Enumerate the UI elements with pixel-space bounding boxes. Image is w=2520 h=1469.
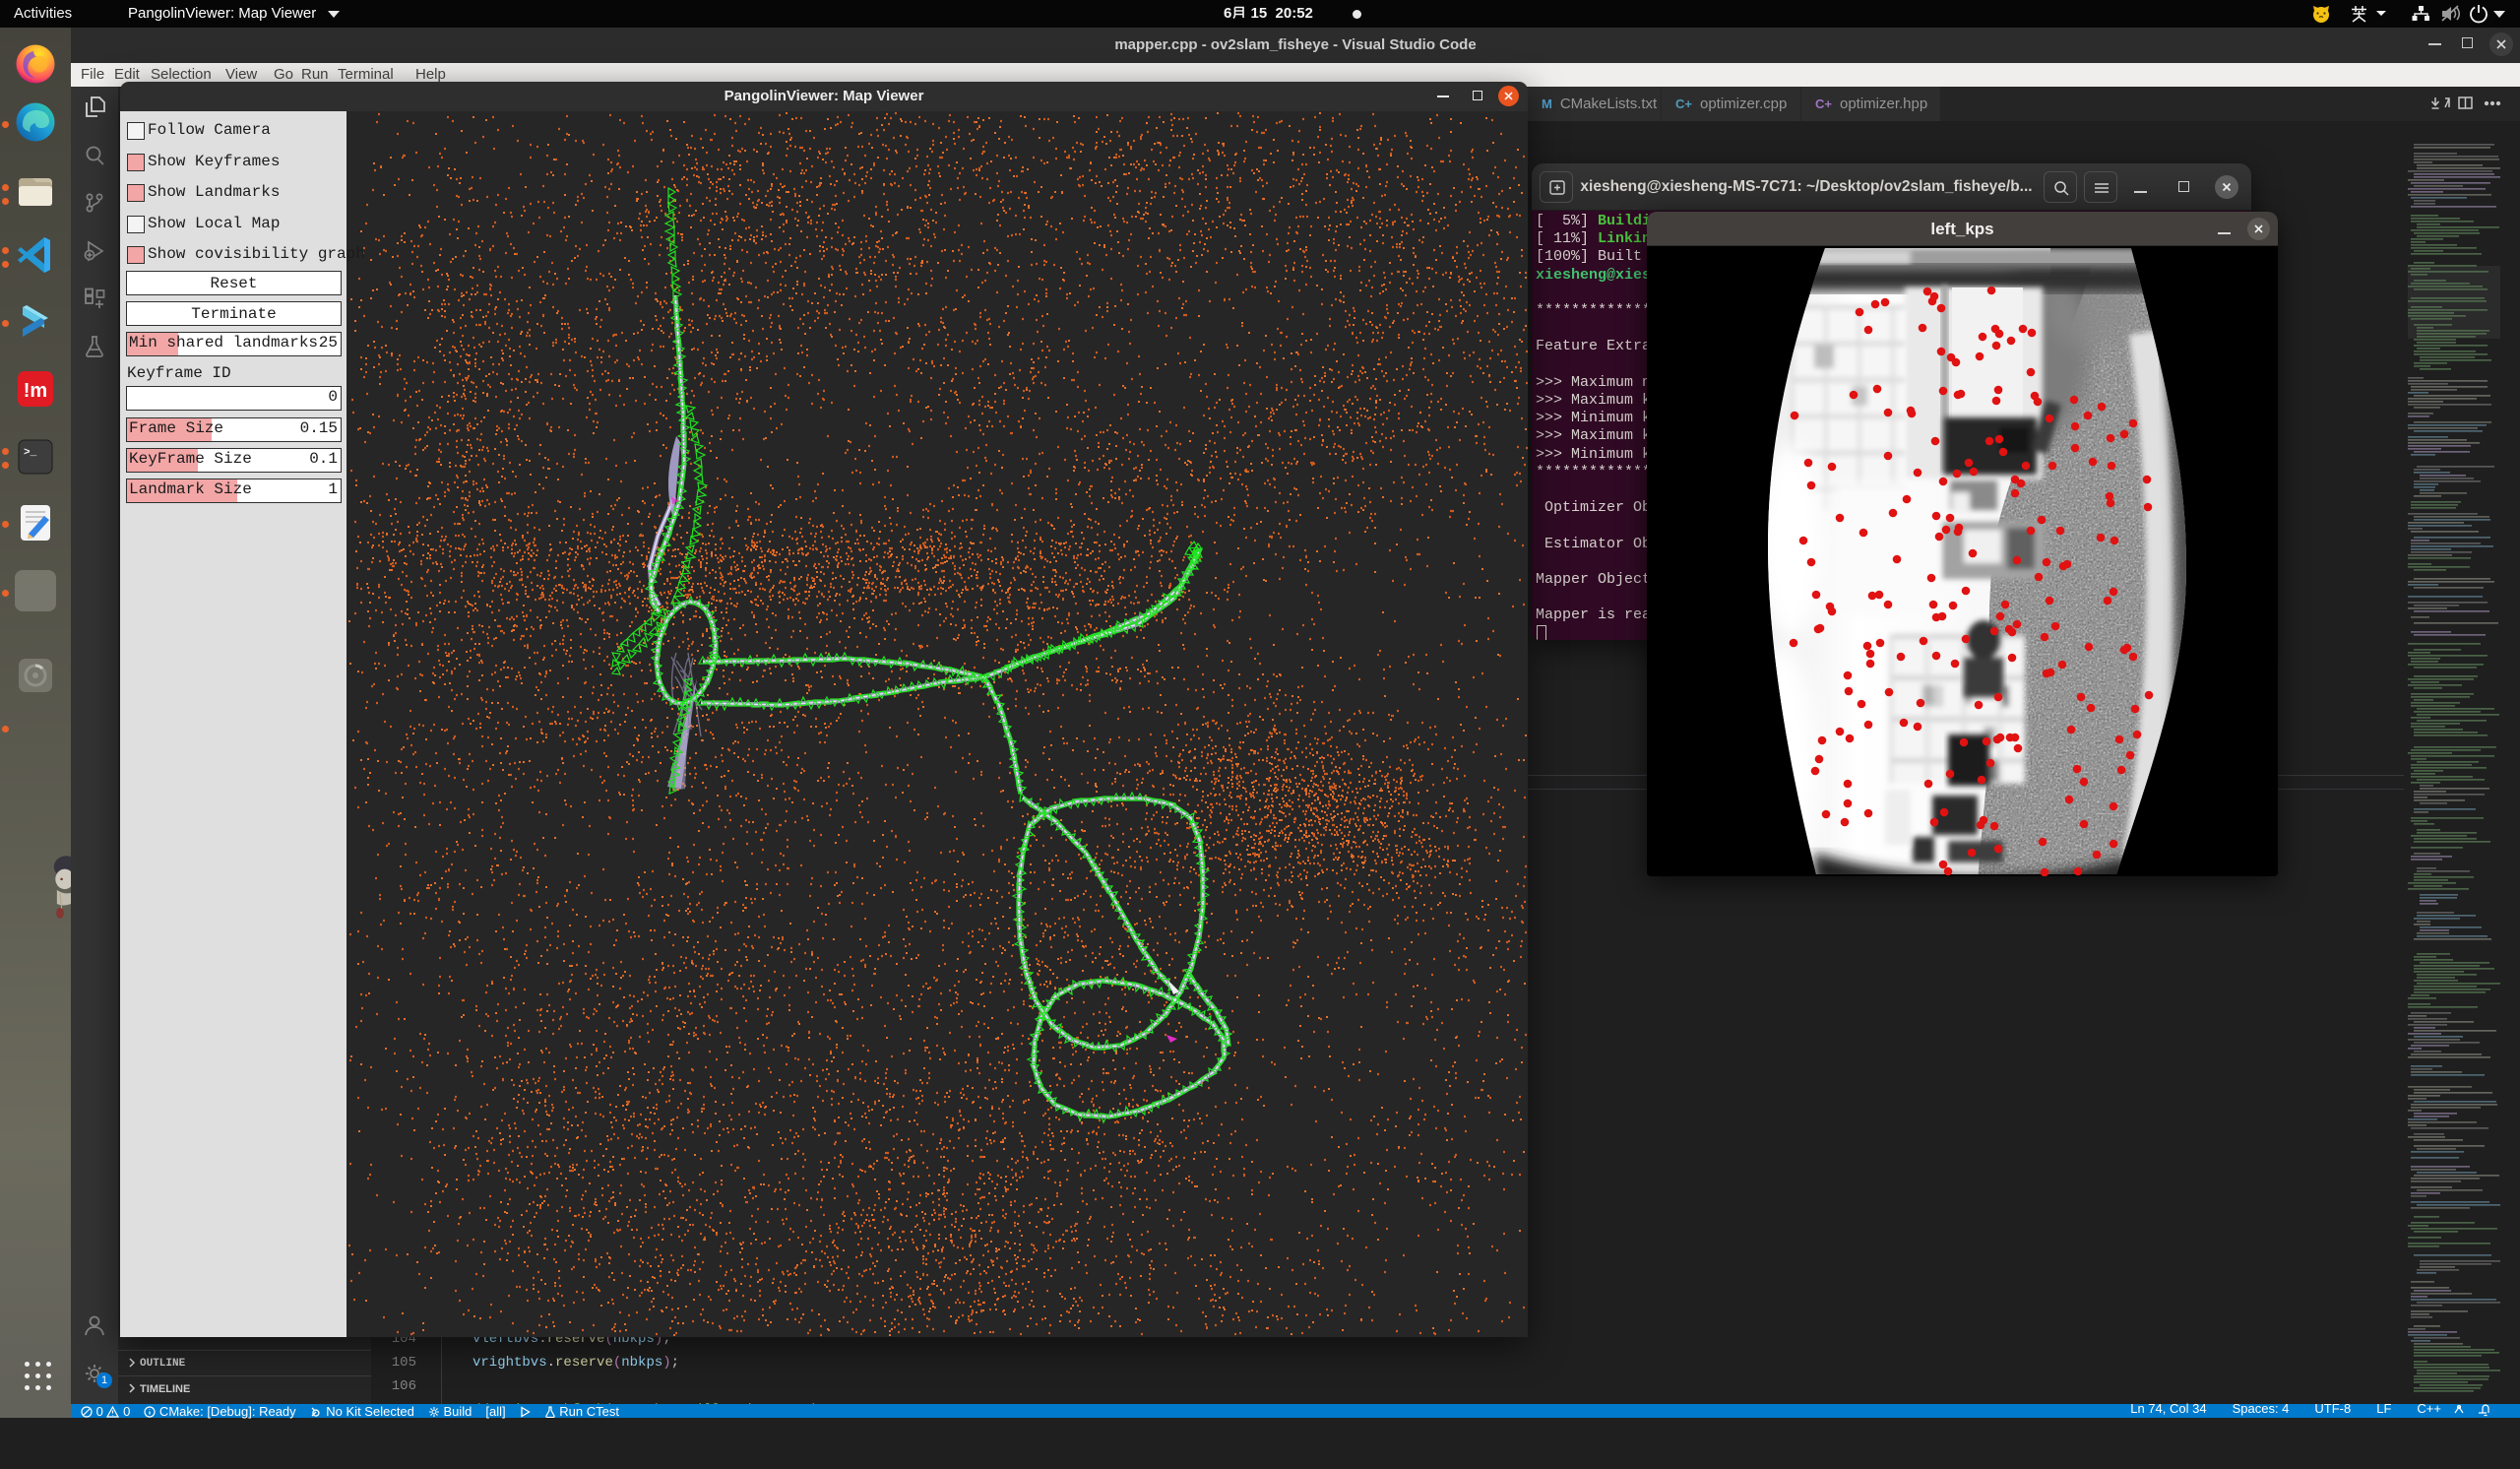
svg-text:!m: !m: [24, 380, 47, 402]
svg-text:>_: >_: [24, 447, 37, 459]
